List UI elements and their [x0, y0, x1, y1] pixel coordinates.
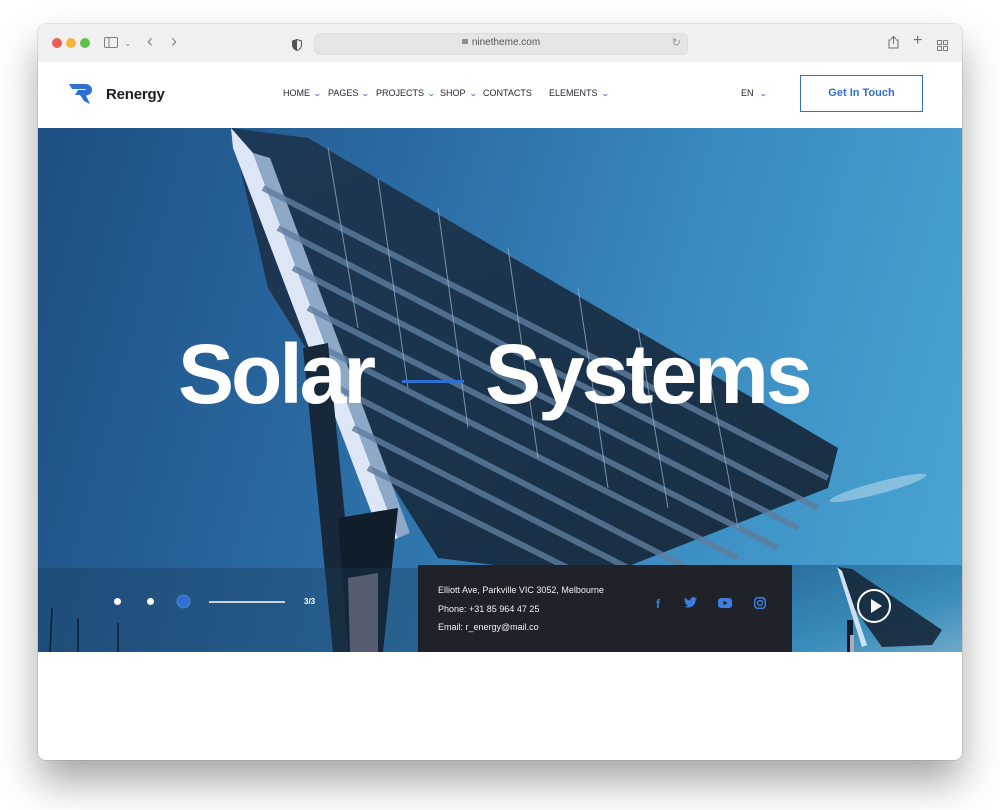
play-icon — [871, 599, 882, 613]
shield-icon[interactable] — [292, 36, 302, 56]
language-selector[interactable]: EN ⌄ — [741, 88, 768, 98]
hero-title-word-1: Solar — [178, 327, 376, 421]
chevron-down-icon: ⌄ — [468, 89, 478, 98]
chevron-down-icon: ⌄ — [758, 89, 768, 98]
nav-item-home[interactable]: HOME ⌄ — [283, 88, 322, 98]
brand-name[interactable]: Renergy — [106, 86, 165, 103]
slide-dot-3-active[interactable] — [178, 596, 189, 607]
instagram-icon[interactable] — [752, 597, 768, 613]
page-content-area — [38, 652, 962, 760]
url-text: ninetheme.com — [471, 37, 541, 48]
slide-dot-2[interactable] — [147, 598, 154, 605]
play-video-button[interactable] — [857, 589, 891, 623]
youtube-icon[interactable] — [717, 597, 733, 613]
contact-info-panel: Elliott Ave, Parkville VIC 3052, Melbour… — [418, 565, 792, 652]
browser-window: ⌄ ‹ › ninetheme.com ↻ + Renergy HOME ⌄ PA… — [38, 24, 962, 760]
chevron-down-icon: ⌄ — [312, 89, 322, 98]
address-bar[interactable]: ninetheme.com ↻ — [314, 33, 688, 55]
tab-overview-icon[interactable] — [937, 36, 948, 56]
video-thumbnail[interactable] — [792, 565, 962, 652]
nav-item-shop[interactable]: SHOP ⌄ — [440, 88, 478, 98]
hero-slider: Solar Systems 3/3 Elliott Ave, Parkville… — [38, 128, 962, 652]
browser-toolbar: ⌄ ‹ › ninetheme.com ↻ + — [38, 24, 962, 63]
chevron-down-icon: ⌄ — [600, 89, 610, 98]
close-window-button[interactable] — [52, 38, 62, 48]
chevron-down-icon[interactable]: ⌄ — [124, 33, 132, 53]
slide-progress-line — [209, 601, 285, 603]
hero-title-word-2: Systems — [485, 327, 813, 421]
back-icon[interactable]: ‹ — [147, 31, 153, 51]
minimize-window-button[interactable] — [66, 38, 76, 48]
new-tab-icon[interactable]: + — [913, 31, 922, 51]
title-separator — [402, 380, 464, 383]
nav-item-pages[interactable]: PAGES ⌄ — [328, 88, 371, 98]
phone-text[interactable]: Phone: +31 85 964 47 25 — [438, 604, 539, 614]
chevron-down-icon: ⌄ — [427, 89, 436, 98]
address-text: Elliott Ave, Parkville VIC 3052, Melbour… — [438, 585, 604, 595]
forward-icon[interactable]: › — [171, 31, 177, 51]
email-text[interactable]: Email: r_energy@mail.co — [438, 622, 539, 632]
twitter-icon[interactable] — [682, 597, 698, 613]
slide-counter: 3/3 — [304, 597, 316, 606]
share-icon[interactable] — [888, 34, 899, 54]
chevron-down-icon: ⌄ — [361, 89, 371, 98]
nav-item-elements[interactable]: ELEMENTS ⌄ — [549, 88, 610, 98]
nav-item-projects[interactable]: PROJECTS ⌄ — [376, 88, 436, 98]
slide-dot-1[interactable] — [114, 598, 121, 605]
lock-icon — [461, 39, 468, 44]
nav-item-contacts[interactable]: CONTACTS — [483, 88, 532, 98]
logo-icon[interactable] — [68, 82, 94, 106]
facebook-icon[interactable]: f — [650, 597, 666, 613]
zoom-window-button[interactable] — [80, 38, 90, 48]
get-in-touch-button[interactable]: Get In Touch — [800, 75, 923, 112]
sidebar-icon[interactable] — [104, 33, 118, 53]
site-header: Renergy HOME ⌄ PAGES ⌄ PROJECTS ⌄ SHOP ⌄ CON… — [38, 62, 962, 143]
reload-icon[interactable]: ↻ — [672, 36, 681, 49]
